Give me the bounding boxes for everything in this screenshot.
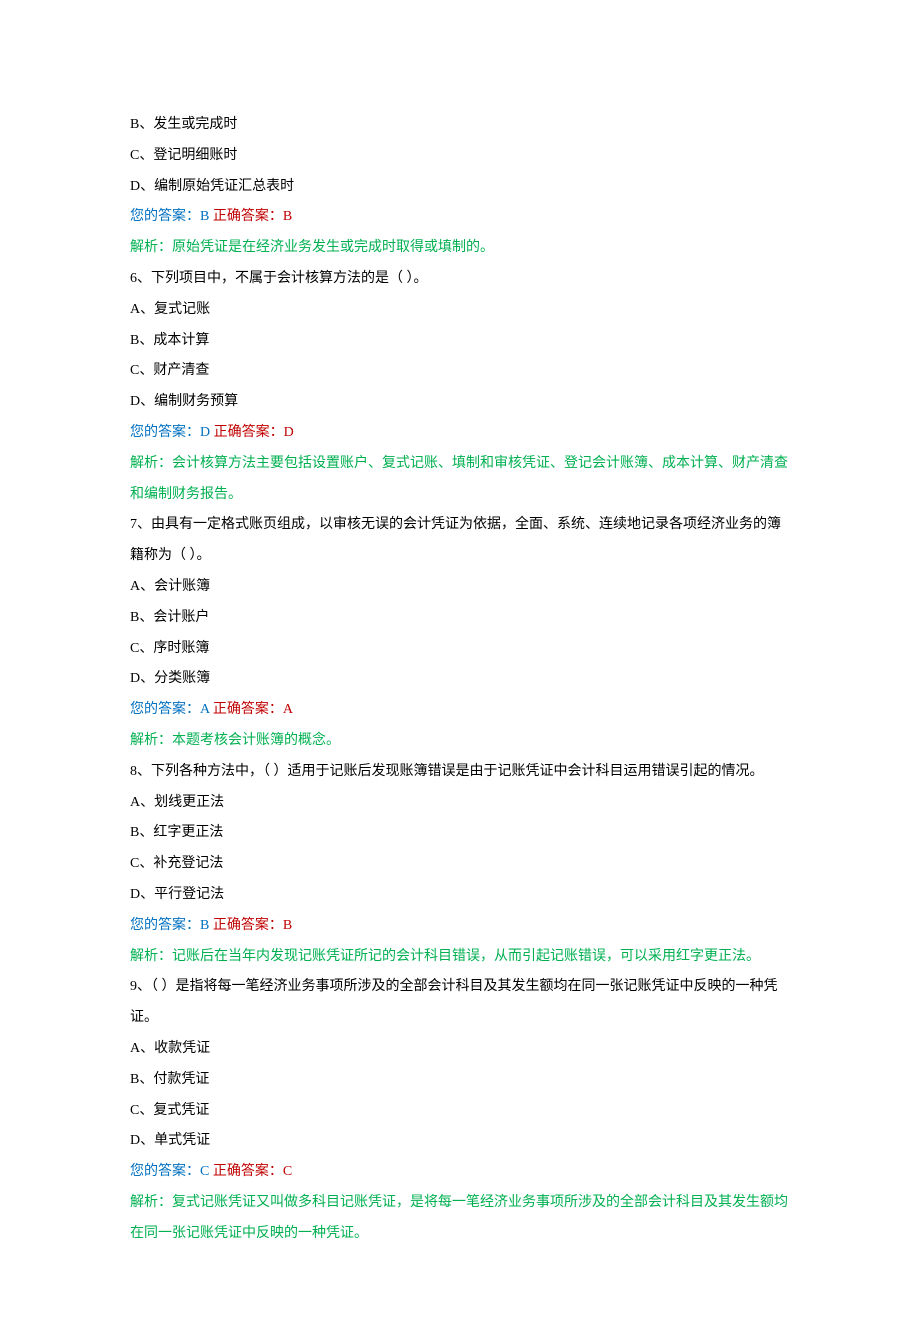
q7-explain-body: 本题考核会计账簿的概念。 xyxy=(172,733,340,748)
q8-correct-answer-value: B xyxy=(283,918,292,933)
q8-explanation: 解析：记账后在当年内发现记账凭证所记的会计科目错误，从而引起记账错误，可以采用红… xyxy=(130,942,790,973)
q7-answer-line: 您的答案：A 正确答案：A xyxy=(130,695,790,726)
q5-explain-label: 解析： xyxy=(130,240,172,255)
q9-user-answer-label: 您的答案： xyxy=(130,1164,200,1179)
q5-option-b: B、发生或完成时 xyxy=(130,110,790,141)
q7-user-answer-label: 您的答案： xyxy=(130,702,200,717)
q7-explanation: 解析：本题考核会计账簿的概念。 xyxy=(130,726,790,757)
q9-explanation: 解析：复式记账凭证又叫做多科目记账凭证，是将每一笔经济业务事项所涉及的全部会计科… xyxy=(130,1188,790,1250)
q6-option-d: D、编制财务预算 xyxy=(130,387,790,418)
q8-option-c: C、补充登记法 xyxy=(130,849,790,880)
q8-explain-body: 记账后在当年内发现记账凭证所记的会计科目错误，从而引起记账错误，可以采用红字更正… xyxy=(172,949,760,964)
q6-explain-body: 会计核算方法主要包括设置账户、复式记账、填制和审核凭证、登记会计账簿、成本计算、… xyxy=(130,456,788,502)
q9-explain-label: 解析： xyxy=(130,1195,172,1210)
q9-option-d: D、单式凭证 xyxy=(130,1126,790,1157)
q6-user-answer-label: 您的答案： xyxy=(130,425,200,440)
q9-user-answer-value: C xyxy=(200,1164,209,1179)
q7-correct-answer-label: 正确答案： xyxy=(209,702,283,717)
q5-answer-line: 您的答案：B 正确答案：B xyxy=(130,202,790,233)
q5-option-c: C、登记明细账时 xyxy=(130,141,790,172)
q8-user-answer-label: 您的答案： xyxy=(130,918,200,933)
q8-user-answer-value: B xyxy=(200,918,209,933)
q8-option-d: D、平行登记法 xyxy=(130,880,790,911)
q7-user-answer-value: A xyxy=(200,702,209,717)
q9-option-a: A、收款凭证 xyxy=(130,1034,790,1065)
q5-option-d: D、编制原始凭证汇总表时 xyxy=(130,172,790,203)
q6-user-answer-value: D xyxy=(200,425,210,440)
q7-option-d: D、分类账簿 xyxy=(130,664,790,695)
q7-explain-label: 解析： xyxy=(130,733,172,748)
q9-answer-line: 您的答案：C 正确答案：C xyxy=(130,1157,790,1188)
q8-explain-label: 解析： xyxy=(130,949,172,964)
q7-option-a: A、会计账簿 xyxy=(130,572,790,603)
q8-option-b: B、红字更正法 xyxy=(130,818,790,849)
q5-explanation: 解析：原始凭证是在经济业务发生或完成时取得或填制的。 xyxy=(130,233,790,264)
q6-explain-label: 解析： xyxy=(130,456,172,471)
q6-correct-answer-value: D xyxy=(284,425,294,440)
q9-option-c: C、复式凭证 xyxy=(130,1096,790,1127)
q9-option-b: B、付款凭证 xyxy=(130,1065,790,1096)
q7-correct-answer-value: A xyxy=(283,702,293,717)
q6-explanation: 解析：会计核算方法主要包括设置账户、复式记账、填制和审核凭证、登记会计账簿、成本… xyxy=(130,449,790,511)
q9-correct-answer-value: C xyxy=(283,1164,292,1179)
q5-user-answer-label: 您的答案： xyxy=(130,209,200,224)
q8-stem: 8、下列各种方法中，（ ）适用于记账后发现账簿错误是由于记账凭证中会计科目运用错… xyxy=(130,757,790,788)
q8-option-a: A、划线更正法 xyxy=(130,788,790,819)
q8-answer-line: 您的答案：B 正确答案：B xyxy=(130,911,790,942)
q6-answer-line: 您的答案：D 正确答案：D xyxy=(130,418,790,449)
q6-correct-answer-label: 正确答案： xyxy=(210,425,284,440)
q9-explain-body: 复式记账凭证又叫做多科目记账凭证，是将每一笔经济业务事项所涉及的全部会计科目及其… xyxy=(130,1195,788,1241)
q7-stem: 7、由具有一定格式账页组成，以审核无误的会计凭证为依据，全面、系统、连续地记录各… xyxy=(130,510,790,572)
q5-user-answer-value: B xyxy=(200,209,209,224)
q6-option-a: A、复式记账 xyxy=(130,295,790,326)
q5-correct-answer-label: 正确答案： xyxy=(209,209,283,224)
q8-correct-answer-label: 正确答案： xyxy=(209,918,283,933)
q6-option-b: B、成本计算 xyxy=(130,326,790,357)
q6-option-c: C、财产清查 xyxy=(130,356,790,387)
q7-option-c: C、序时账簿 xyxy=(130,634,790,665)
q9-stem: 9、（ ）是指将每一笔经济业务事项所涉及的全部会计科目及其发生额均在同一张记账凭… xyxy=(130,972,790,1034)
q9-correct-answer-label: 正确答案： xyxy=(209,1164,283,1179)
q7-option-b: B、会计账户 xyxy=(130,603,790,634)
q6-stem: 6、下列项目中，不属于会计核算方法的是（ ）。 xyxy=(130,264,790,295)
q5-explain-body: 原始凭证是在经济业务发生或完成时取得或填制的。 xyxy=(172,240,494,255)
q5-correct-answer-value: B xyxy=(283,209,292,224)
